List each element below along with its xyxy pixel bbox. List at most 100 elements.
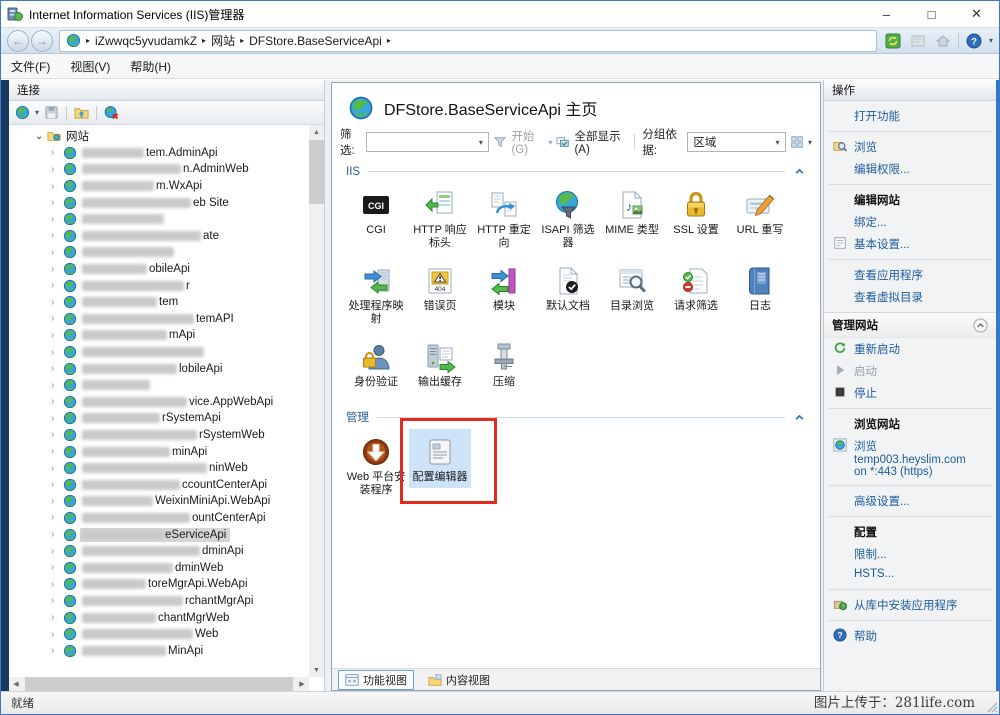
expand-arrow-icon[interactable]: ›	[51, 280, 63, 291]
close-button[interactable]: ✕	[954, 1, 999, 27]
feature-item[interactable]: 日志	[729, 258, 791, 317]
limits-action[interactable]: 限制...	[824, 543, 996, 565]
feature-item[interactable]: SSL 设置	[665, 182, 727, 241]
feature-item[interactable]: ISAPI 筛选器	[537, 182, 599, 254]
feature-item[interactable]: 身份验证	[345, 334, 407, 393]
help-dropdown-icon[interactable]: ▾	[989, 36, 993, 45]
view-mode-dropdown-icon[interactable]: ▾	[808, 138, 812, 147]
expand-arrow-icon[interactable]: ›	[51, 164, 63, 175]
tree-site-item[interactable]: › ate	[11, 228, 309, 245]
chevron-down-icon[interactable]: ▾	[770, 138, 785, 147]
expand-arrow-icon[interactable]: ›	[51, 330, 63, 341]
tree-site-item[interactable]: › n.AdminWeb	[11, 161, 309, 178]
tree-site-item[interactable]: › m.WxApi	[11, 178, 309, 195]
restart-action[interactable]: 重新启动	[824, 338, 996, 360]
forward-button[interactable]: →	[31, 30, 53, 52]
feature-item[interactable]: 配置编辑器	[409, 429, 471, 488]
tree-site-item[interactable]: › dminApi	[11, 543, 309, 560]
feature-item[interactable]: ♪ MIME 类型	[601, 182, 663, 241]
tree-site-item[interactable]: › eServiceApi	[11, 526, 309, 543]
basic-settings-action[interactable]: 基本设置...	[824, 233, 996, 255]
help-action[interactable]: ?帮助	[824, 625, 996, 647]
collapse-section-icon[interactable]	[793, 411, 806, 424]
expand-arrow-icon[interactable]: ›	[51, 181, 63, 192]
feature-item[interactable]: URL 重写	[729, 182, 791, 241]
expand-arrow-icon[interactable]: ›	[51, 363, 63, 374]
expand-arrow-icon[interactable]: ›	[51, 645, 63, 656]
tree-site-item[interactable]: › ccountCenterApi	[11, 476, 309, 493]
tree-site-item[interactable]: › chantMgrWeb	[11, 609, 309, 626]
tree-site-item[interactable]: › eb Site	[11, 194, 309, 211]
back-button[interactable]: ←	[7, 30, 29, 52]
feature-item[interactable]: 压缩	[473, 334, 535, 393]
view-tab[interactable]: 功能视图	[338, 670, 414, 690]
tree-site-item[interactable]: › rSystemWeb	[11, 427, 309, 444]
expand-arrow-icon[interactable]: ›	[51, 463, 63, 474]
open-feature-action[interactable]: 打开功能	[824, 105, 996, 127]
expand-arrow-icon[interactable]: ›	[51, 629, 63, 640]
expand-arrow-icon[interactable]: ›	[51, 247, 63, 258]
tree-site-item[interactable]: › ninWeb	[11, 460, 309, 477]
expand-arrow-icon[interactable]: ›	[51, 197, 63, 208]
minimize-button[interactable]: –	[864, 1, 909, 27]
tree-site-item[interactable]: › WeixinMiniApi.WebApi	[11, 493, 309, 510]
chevron-down-icon[interactable]: ▾	[473, 138, 488, 147]
expand-arrow-icon[interactable]: ›	[51, 413, 63, 424]
browse-action[interactable]: 浏览	[824, 136, 996, 158]
expand-arrow-icon[interactable]: ›	[51, 562, 63, 573]
filter-input[interactable]: ▾	[366, 132, 490, 152]
connect-server-icon[interactable]	[13, 103, 32, 122]
view-virtual-directories-action[interactable]: 查看虚拟目录	[824, 286, 996, 308]
go-button[interactable]: 开始(G)	[511, 128, 544, 156]
view-applications-action[interactable]: 查看应用程序	[824, 264, 996, 286]
tree-site-item[interactable]: › rchantMgrApi	[11, 593, 309, 610]
tree-site-item[interactable]: › mApi	[11, 327, 309, 344]
bindings-action[interactable]: 绑定...	[824, 211, 996, 233]
expand-arrow-icon[interactable]: ›	[51, 347, 63, 358]
scroll-right-icon[interactable]: ▶	[295, 677, 309, 691]
resize-grip[interactable]	[984, 699, 997, 712]
tree-horizontal-scrollbar[interactable]: ◀ ▶	[9, 677, 309, 691]
install-from-gallery-action[interactable]: ?从库中安装应用程序	[824, 594, 996, 616]
show-all-button[interactable]: 全部显示(A)	[574, 128, 625, 156]
expand-arrow-icon[interactable]: ›	[51, 147, 63, 158]
expand-arrow-icon[interactable]: ›	[51, 496, 63, 507]
feature-item[interactable]: 默认文档	[537, 258, 599, 317]
menu-view[interactable]: 视图(V)	[70, 58, 110, 75]
breadcrumb-segment[interactable]: 网站	[211, 32, 235, 49]
advanced-settings-action[interactable]: 高级设置...	[824, 490, 996, 512]
scroll-up-icon[interactable]: ▲	[309, 125, 324, 139]
collapse-section-icon[interactable]	[793, 165, 806, 178]
feature-item[interactable]: CGI CGI	[345, 182, 407, 241]
feature-item[interactable]: 输出缓存	[409, 334, 471, 393]
breadcrumb-segment[interactable]: DFStore.BaseServiceApi	[249, 34, 382, 48]
tree-site-item[interactable]: › vice.AppWebApi	[11, 394, 309, 411]
view-mode-icon[interactable]	[790, 135, 804, 149]
expand-arrow-icon[interactable]: ›	[51, 313, 63, 324]
expand-arrow-icon[interactable]: ›	[51, 429, 63, 440]
tree-site-item[interactable]: › tem	[11, 294, 309, 311]
collapse-section-icon[interactable]	[973, 318, 988, 333]
menu-help[interactable]: 帮助(H)	[130, 58, 171, 75]
group-by-select[interactable]: 区域 ▾	[687, 132, 786, 152]
collapse-arrow-icon[interactable]: ⌄	[35, 131, 47, 142]
scrollbar-thumb[interactable]	[309, 140, 324, 204]
feature-item[interactable]: 请求筛选	[665, 258, 727, 317]
expand-arrow-icon[interactable]: ›	[51, 446, 63, 457]
expand-arrow-icon[interactable]: ›	[51, 612, 63, 623]
tree-site-item[interactable]: › tem.AdminApi	[11, 145, 309, 162]
expand-arrow-icon[interactable]: ›	[51, 297, 63, 308]
tree-site-item[interactable]: › temAPI	[11, 311, 309, 328]
expand-arrow-icon[interactable]: ›	[51, 529, 63, 540]
tree-site-item[interactable]: › ountCenterApi	[11, 510, 309, 527]
expand-arrow-icon[interactable]: ›	[51, 230, 63, 241]
scroll-left-icon[interactable]: ◀	[9, 677, 23, 691]
edit-permissions-action[interactable]: 编辑权限...	[824, 158, 996, 180]
expand-arrow-icon[interactable]: ›	[51, 264, 63, 275]
expand-arrow-icon[interactable]: ›	[51, 595, 63, 606]
help-icon[interactable]: ?	[964, 31, 984, 51]
tree-vertical-scrollbar[interactable]: ▲ ▼	[309, 125, 324, 677]
expand-arrow-icon[interactable]: ›	[51, 546, 63, 557]
chevron-down-icon[interactable]: ▾	[548, 138, 552, 147]
expand-arrow-icon[interactable]: ›	[51, 214, 63, 225]
